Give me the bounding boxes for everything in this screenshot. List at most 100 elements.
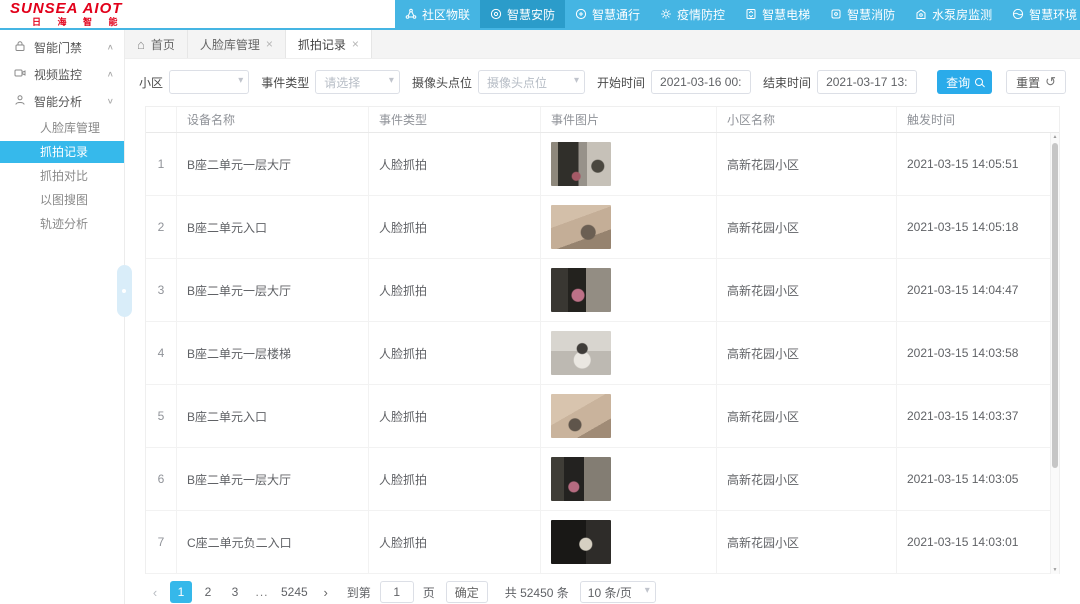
- nav-item-access[interactable]: 智慧通行: [565, 0, 650, 28]
- nav-item-community[interactable]: 社区物联: [395, 0, 480, 28]
- sidebar-item-intelligent-analysis[interactable]: 智能分析 ∨: [0, 88, 124, 115]
- sidebar-item-search-by-image[interactable]: 以图搜图: [0, 189, 124, 211]
- trigger-time: 2021-03-15 14:03:37: [897, 385, 1059, 447]
- event-snapshot[interactable]: [551, 205, 611, 249]
- nav-item-elevator[interactable]: 智慧电梯: [735, 0, 820, 28]
- device-name: B座二单元入口: [177, 196, 369, 258]
- filter-bar: 小区 ▾ 事件类型 请选择 ▾ 摄像头点位 摄像头点位 ▾ 开始时间 结束时间 …: [125, 59, 1080, 104]
- table-header-row: 设备名称 事件类型 事件图片 小区名称 触发时间: [146, 107, 1059, 133]
- table-scrollbar[interactable]: ▲ ▼: [1050, 133, 1059, 574]
- event-snapshot[interactable]: [551, 520, 611, 564]
- nav-item-label: 智慧环境: [1029, 6, 1077, 23]
- sidebar-item-video-monitor[interactable]: 视频监控 ∧: [0, 61, 124, 88]
- community-filter-label: 小区: [139, 74, 163, 91]
- nav-item-pump[interactable]: 水泵房监测: [905, 0, 1002, 28]
- event-type: 人脸抓拍: [369, 133, 541, 195]
- close-icon[interactable]: ×: [266, 37, 273, 51]
- search-button[interactable]: 查询: [937, 70, 992, 94]
- page-size-select[interactable]: 10 条/页 ▾: [580, 581, 656, 603]
- nav-item-fire[interactable]: 智慧消防: [820, 0, 905, 28]
- sidebar-item-label: 智能分析: [34, 93, 99, 110]
- sidebar: 智能门禁 ∧ 视频监控 ∧ 智能分析 ∨ 人脸库管理 抓拍记录 抓拍对比 以图搜…: [0, 30, 125, 604]
- camera-select[interactable]: 摄像头点位 ▾: [478, 70, 585, 94]
- close-icon[interactable]: ×: [352, 37, 359, 51]
- event-type-select[interactable]: 请选择 ▾: [315, 70, 400, 94]
- table-row: 2 B座二单元入口 人脸抓拍 高新花园小区 2021-03-15 14:05:1…: [146, 196, 1059, 259]
- end-time-label: 结束时间: [763, 74, 811, 91]
- row-index: 6: [146, 448, 177, 510]
- sidebar-item-face-library[interactable]: 人脸库管理: [0, 117, 124, 139]
- epidemic-icon: [660, 8, 672, 20]
- environment-icon: [1012, 8, 1024, 20]
- row-index: 2: [146, 196, 177, 258]
- page-button-2[interactable]: 2: [197, 581, 219, 603]
- sidebar-item-capture-compare[interactable]: 抓拍对比: [0, 165, 124, 187]
- community-name: 高新花园小区: [717, 448, 897, 510]
- row-index: 4: [146, 322, 177, 384]
- community-name: 高新花园小区: [717, 511, 897, 573]
- event-type: 人脸抓拍: [369, 322, 541, 384]
- event-snapshot[interactable]: [551, 268, 611, 312]
- nav-item-label: 疫情防控: [677, 6, 725, 23]
- trigger-time: 2021-03-15 14:05:51: [897, 133, 1059, 195]
- nav-item-label: 社区物联: [422, 6, 470, 23]
- scroll-up-icon[interactable]: ▲: [1051, 134, 1059, 140]
- community-name: 高新花园小区: [717, 385, 897, 447]
- index-column-header: [146, 107, 177, 132]
- goto-page-label: 到第: [347, 584, 371, 601]
- start-time-input[interactable]: [651, 70, 751, 94]
- sidebar-item-label: 智能门禁: [34, 39, 99, 56]
- page-button-3[interactable]: 3: [224, 581, 246, 603]
- chevron-down-icon: ▾: [238, 75, 243, 86]
- image-column-header: 事件图片: [541, 107, 717, 132]
- sidebar-item-label: 视频监控: [34, 66, 99, 83]
- row-index: 1: [146, 133, 177, 195]
- tab-capture-records[interactable]: 抓拍记录 ×: [286, 30, 372, 58]
- community-select[interactable]: ▾: [169, 70, 249, 94]
- camera-icon: [14, 67, 26, 82]
- tab-bar: ⌂ 首页 人脸库管理 × 抓拍记录 ×: [125, 30, 1080, 58]
- trigger-time: 2021-03-15 14:03:01: [897, 511, 1059, 573]
- end-time-input[interactable]: [817, 70, 917, 94]
- reset-button-label: 重置: [1016, 74, 1040, 91]
- person-icon: [14, 94, 26, 109]
- event-snapshot[interactable]: [551, 457, 611, 501]
- scroll-down-icon[interactable]: ▼: [1051, 567, 1059, 573]
- sidebar-item-capture-records[interactable]: 抓拍记录: [0, 141, 124, 163]
- sidebar-collapse-handle[interactable]: [117, 265, 132, 317]
- total-count-text: 共 52450 条: [505, 584, 569, 601]
- nav-item-epidemic[interactable]: 疫情防控: [650, 0, 735, 28]
- sidebar-item-trajectory-analysis[interactable]: 轨迹分析: [0, 213, 124, 235]
- nav-item-security[interactable]: 智慧安防: [480, 0, 565, 28]
- event-snapshot[interactable]: [551, 142, 611, 186]
- event-snapshot[interactable]: [551, 331, 611, 375]
- page-button-last[interactable]: 5245: [278, 581, 311, 603]
- event-type-column-header: 事件类型: [369, 107, 541, 132]
- camera-filter-label: 摄像头点位: [412, 74, 472, 91]
- reset-button[interactable]: 重置 ↺: [1006, 70, 1066, 94]
- trigger-time: 2021-03-15 14:03:58: [897, 322, 1059, 384]
- home-icon: ⌂: [137, 37, 145, 52]
- nav-item-environment[interactable]: 智慧环境: [1002, 0, 1080, 28]
- pump-icon: [915, 8, 927, 20]
- event-type: 人脸抓拍: [369, 448, 541, 510]
- sidebar-item-door-access[interactable]: 智能门禁 ∧: [0, 34, 124, 61]
- chevron-down-icon: ▾: [574, 75, 579, 86]
- collapse-arrow-icon: ∧: [107, 70, 114, 79]
- row-index: 7: [146, 511, 177, 573]
- community-column-header: 小区名称: [717, 107, 897, 132]
- table-row: 3 B座二单元一层大厅 人脸抓拍 高新花园小区 2021-03-15 14:04…: [146, 259, 1059, 322]
- capture-records-table: 设备名称 事件类型 事件图片 小区名称 触发时间 1 B座二单元一层大厅 人脸抓…: [145, 106, 1060, 574]
- page-button-1[interactable]: 1: [170, 581, 192, 603]
- logo-text-en: SUNSEA AIOT: [10, 1, 240, 17]
- page-unit-label: 页: [423, 584, 435, 601]
- goto-page-input[interactable]: [380, 581, 414, 603]
- tab-home[interactable]: ⌂ 首页: [125, 30, 188, 58]
- next-page-button[interactable]: ›: [316, 585, 336, 600]
- event-snapshot[interactable]: [551, 394, 611, 438]
- prev-page-button[interactable]: ‹: [145, 585, 165, 600]
- scrollbar-thumb[interactable]: [1052, 143, 1058, 468]
- tab-face-library[interactable]: 人脸库管理 ×: [188, 30, 286, 58]
- event-type: 人脸抓拍: [369, 385, 541, 447]
- goto-confirm-button[interactable]: 确定: [446, 581, 488, 603]
